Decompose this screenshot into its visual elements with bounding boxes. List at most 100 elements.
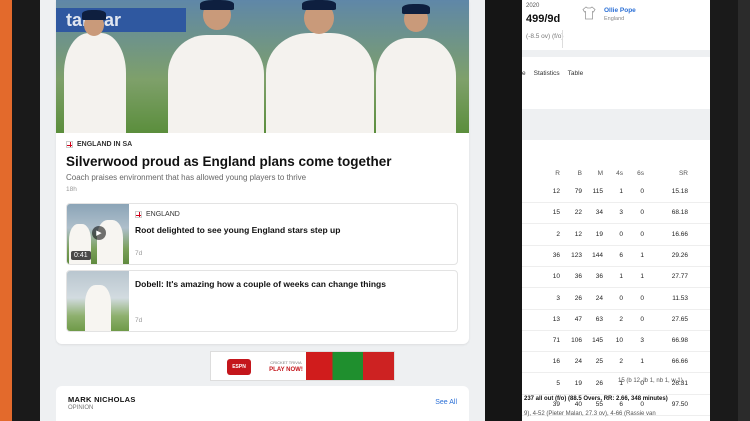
row-divider <box>522 202 710 203</box>
hero-image[interactable]: tandar <box>56 0 469 133</box>
player-figure <box>266 33 374 133</box>
player-figure <box>85 285 111 331</box>
cell-strike-rate: 15.18 <box>671 188 688 195</box>
row-divider <box>522 244 710 246</box>
story-kicker[interactable]: ENGLAND <box>135 211 180 218</box>
cell-sixes: 1 <box>640 251 644 259</box>
cell-fours: 2 <box>619 315 623 323</box>
columnist-name[interactable]: MARK NICHOLAS <box>68 395 136 404</box>
story-kicker-label: ENGLAND <box>146 211 180 218</box>
cell-strike-rate: 16.66 <box>671 230 688 238</box>
news-feed-screen: tandar ENGLAND IN SA Silverwood proud as… <box>40 0 485 421</box>
video-duration: 0:41 <box>71 251 91 260</box>
divider <box>562 30 563 48</box>
cell-fours: 1 <box>619 188 623 195</box>
opinion-label: OPINION <box>68 405 94 411</box>
tab-scorecard[interactable]: e <box>522 70 526 77</box>
cell-runs: 36 <box>552 251 560 259</box>
cell-sixes: 0 <box>640 188 644 195</box>
list-item[interactable]: ▶ 0:41 ENGLAND Root delighted to see you… <box>66 203 458 265</box>
story-title[interactable]: Dobell: It's amazing how a couple of wee… <box>135 279 386 289</box>
cell-fours: 6 <box>619 401 623 408</box>
cell-fours: 0 <box>619 230 623 238</box>
scorecard-screen: 2020 499/9d (-8.5 ov) (f/o) Ollie Pope E… <box>522 0 710 421</box>
header-balls: B <box>577 170 582 177</box>
cell-sixes: 1 <box>640 273 644 281</box>
cell-runs: 10 <box>552 273 560 281</box>
cell-balls: 36 <box>574 273 582 281</box>
cell-balls: 19 <box>574 379 582 387</box>
player-figure <box>376 38 456 133</box>
cell-minutes: 63 <box>595 315 603 323</box>
hero-kicker-label: ENGLAND IN SA <box>77 141 133 148</box>
tab-table[interactable]: Table <box>568 70 584 77</box>
fall-of-wickets: 9), 4-52 (Pieter Malan, 27.3 ov), 4-66 (… <box>524 411 656 417</box>
season-label: 2020 <box>526 3 540 9</box>
story-age: 7d <box>135 250 143 257</box>
player-of-match-name[interactable]: Ollie Pope <box>604 7 636 14</box>
header-minutes: M <box>597 170 603 177</box>
hero-age: 18h <box>66 186 77 193</box>
hero-story-card[interactable]: tandar ENGLAND IN SA Silverwood proud as… <box>56 0 469 344</box>
player-of-match-team: England <box>604 16 625 22</box>
cap-icon <box>82 10 106 20</box>
cell-balls: 26 <box>574 294 582 302</box>
cell-minutes: 145 <box>592 337 603 345</box>
shirt-icon <box>582 6 596 20</box>
cell-strike-rate: 68.18 <box>671 209 688 217</box>
cell-sixes: 0 <box>640 315 644 323</box>
extras-value: 15 (b 12, lb 1, nb 1, w 1) <box>618 378 683 384</box>
story-title[interactable]: Root delighted to see young England star… <box>135 225 340 235</box>
see-all-link[interactable]: See All <box>435 399 457 406</box>
cell-strike-rate: 66.66 <box>671 358 688 366</box>
cell-sixes: 0 <box>640 230 644 238</box>
ad-logo-area: ESPN <box>211 352 266 380</box>
row-divider <box>522 287 710 289</box>
cell-sixes: 1 <box>640 358 644 366</box>
cell-balls: 12 <box>574 230 582 238</box>
cell-minutes: 19 <box>595 230 603 238</box>
story-age: 7d <box>135 317 143 324</box>
cell-balls: 24 <box>574 358 582 366</box>
cell-balls: 123 <box>571 251 582 259</box>
cell-minutes: 115 <box>592 188 603 195</box>
cell-minutes: 144 <box>592 251 603 259</box>
story-thumbnail[interactable]: ▶ 0:41 <box>67 204 129 264</box>
cap-icon <box>302 0 336 10</box>
cell-minutes: 34 <box>595 209 603 217</box>
cell-runs: 3 <box>556 294 560 302</box>
cell-balls: 40 <box>574 401 582 408</box>
cell-minutes: 24 <box>595 294 603 302</box>
cell-strike-rate: 97.50 <box>671 401 688 408</box>
ad-cta-button[interactable]: PLAY NOW! <box>269 367 303 373</box>
device-gap <box>485 0 522 421</box>
cell-fours: 3 <box>619 209 623 217</box>
hero-headline[interactable]: Silverwood proud as England plans come t… <box>66 154 392 169</box>
ad-banner[interactable]: ESPN CRICKET TRIVIA PLAY NOW! <box>210 351 395 381</box>
cell-sixes: 0 <box>640 209 644 217</box>
cell-runs: 2 <box>556 230 560 238</box>
tab-statistics[interactable]: Statistics <box>534 70 560 77</box>
play-icon[interactable]: ▶ <box>92 226 106 240</box>
tab-bar: e Statistics Table <box>522 57 710 109</box>
row-divider <box>522 329 710 331</box>
cell-strike-rate: 27.65 <box>671 315 688 323</box>
player-figure <box>64 33 126 133</box>
overs-label: (-8.5 ov) (f/o) <box>526 33 564 40</box>
story-thumbnail[interactable] <box>67 271 129 331</box>
innings-total: 237 all out (f/o) (88.5 Overs, RR: 2.66,… <box>524 396 668 402</box>
list-item[interactable]: Dobell: It's amazing how a couple of wee… <box>66 270 458 332</box>
row-divider <box>522 223 710 225</box>
hero-kicker[interactable]: ENGLAND IN SA <box>66 141 132 148</box>
cell-fours: 2 <box>619 358 623 366</box>
cell-runs: 5 <box>556 379 560 387</box>
cell-balls: 106 <box>571 337 582 345</box>
score-header: 2020 499/9d (-8.5 ov) (f/o) Ollie Pope E… <box>522 0 710 50</box>
cell-fours: 6 <box>619 251 623 259</box>
cell-minutes: 36 <box>595 273 603 281</box>
row-divider <box>522 308 710 310</box>
cell-runs: 71 <box>552 337 560 345</box>
device-frame-right <box>710 0 750 421</box>
cell-runs: 15 <box>552 209 560 217</box>
cell-fours: 1 <box>619 273 623 281</box>
